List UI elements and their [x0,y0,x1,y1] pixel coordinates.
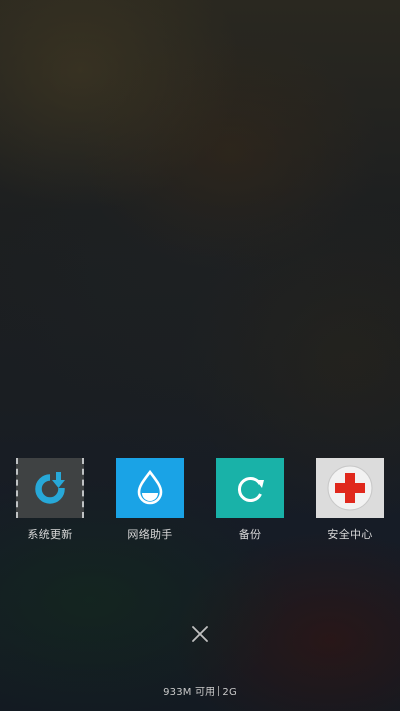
system-update-tile[interactable] [16,458,84,518]
memory-total: 2G [222,687,237,698]
backup-label: 备份 [238,528,262,541]
system-update-label: 系统更新 [27,528,73,541]
app-backup[interactable]: 备份 [200,458,300,542]
sync-circle-icon [237,477,264,502]
app-system-update[interactable]: 系统更新 [0,458,100,542]
close-recents-button[interactable] [188,622,212,646]
backup-tile[interactable] [216,458,284,518]
refresh-arrow-icon [35,472,66,504]
memory-status: 933M 可用 2G [0,683,400,698]
network-assistant-label: 网络助手 [127,528,173,541]
app-network-assistant[interactable]: 网络助手 [100,458,200,542]
network-assistant-tile[interactable] [116,458,184,518]
recent-apps-dock: 系统更新 网络助手 备份 安全中心 [0,458,400,542]
close-icon [192,626,208,642]
security-center-tile[interactable] [316,458,384,518]
water-drop-icon [137,469,163,505]
memory-available: 933M 可用 [163,687,216,698]
security-center-label: 安全中心 [327,528,373,541]
app-security-center[interactable]: 安全中心 [300,458,400,542]
memory-divider [218,686,220,696]
red-cross-icon [327,465,373,511]
